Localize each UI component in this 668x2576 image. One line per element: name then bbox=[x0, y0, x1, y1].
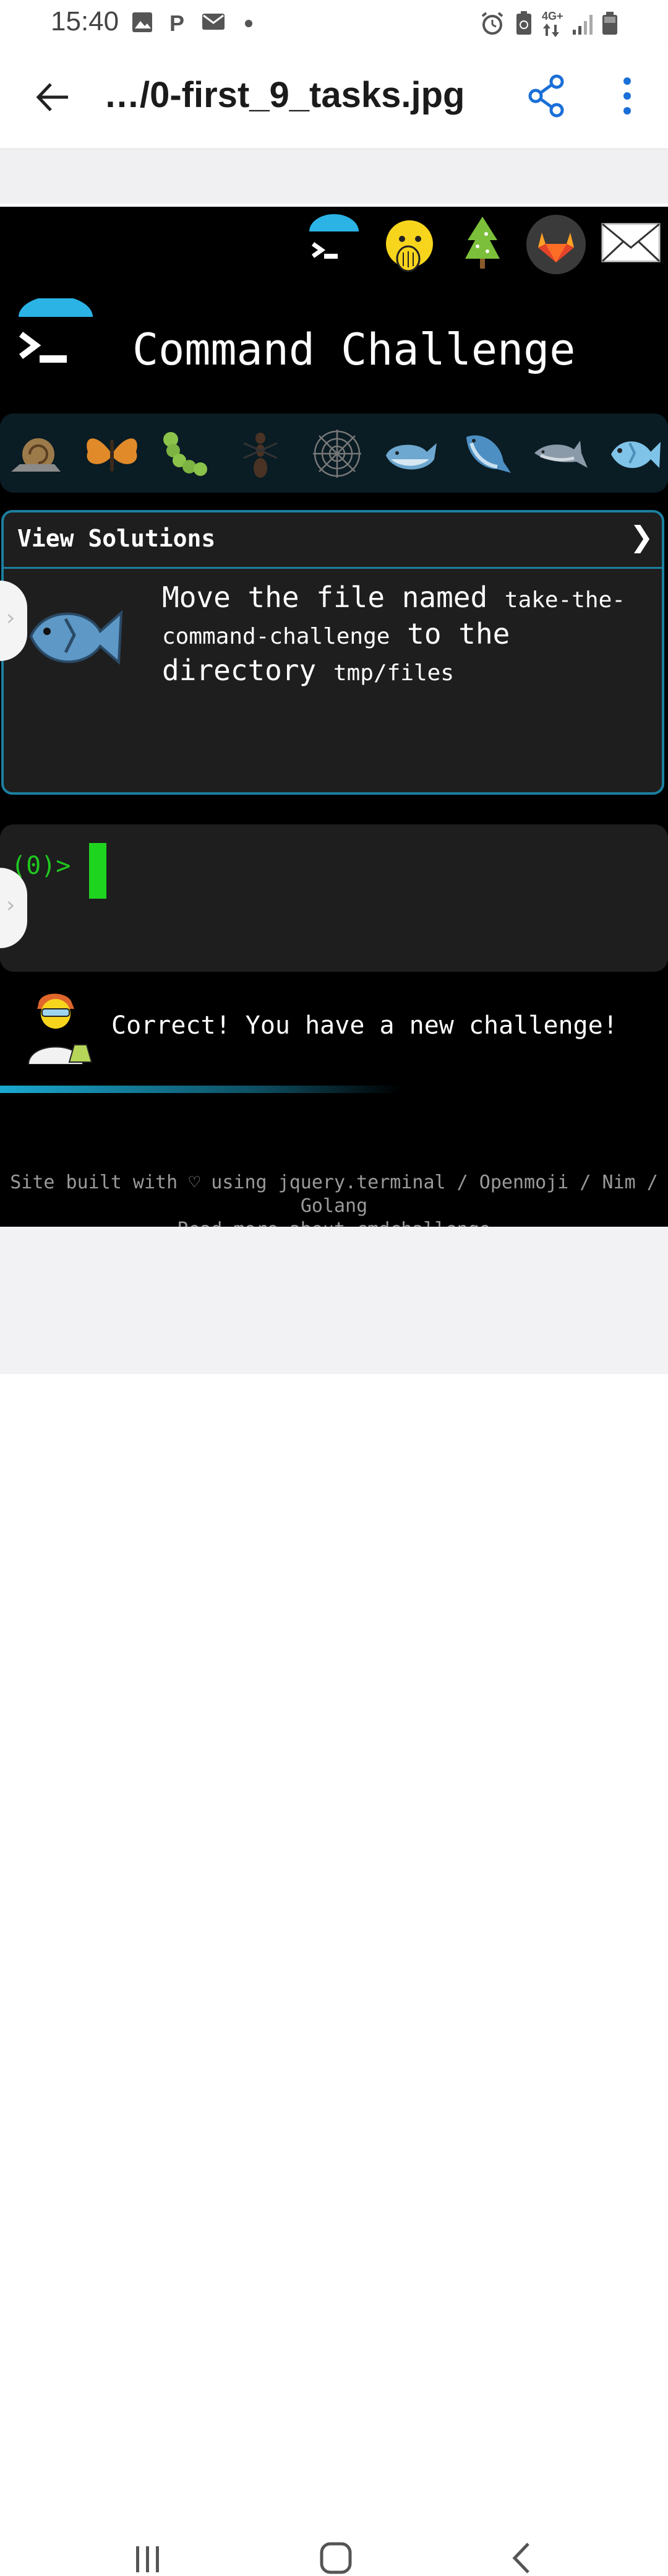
viewer-background bbox=[0, 149, 668, 204]
back-arrow-icon[interactable] bbox=[31, 76, 74, 119]
more-options-icon[interactable] bbox=[609, 73, 646, 119]
status-time: 15:40 bbox=[51, 6, 119, 37]
terminal[interactable]: (0)> bbox=[0, 824, 668, 972]
file-title: …/0-first_9_tasks.jpg bbox=[104, 75, 465, 115]
signal-icon bbox=[573, 15, 593, 35]
navigation-bar bbox=[0, 1227, 668, 2574]
mail-icon[interactable] bbox=[600, 222, 662, 265]
butterfly-icon[interactable] bbox=[83, 425, 141, 483]
data-arrows-icon bbox=[543, 24, 559, 37]
footer-credits: Site built with ♡ using jquery.terminal … bbox=[10, 1172, 658, 1217]
battery-saver-icon bbox=[516, 11, 531, 35]
back-nav-icon[interactable] bbox=[508, 2541, 536, 2576]
caterpillar-icon[interactable] bbox=[157, 425, 215, 483]
dolphin-icon[interactable] bbox=[532, 425, 590, 483]
chevron-right-icon: › bbox=[6, 893, 15, 918]
gitlab-icon[interactable] bbox=[526, 214, 586, 275]
whale-icon[interactable] bbox=[382, 425, 440, 483]
tree-icon[interactable] bbox=[463, 215, 502, 271]
alarm-icon bbox=[481, 12, 503, 35]
site-footer: Site built with ♡ using jquery.terminal … bbox=[0, 1171, 668, 1227]
recent-apps-icon[interactable] bbox=[132, 2544, 163, 2575]
share-icon[interactable] bbox=[526, 73, 569, 119]
gallery-icon bbox=[132, 12, 152, 32]
snail-icon[interactable] bbox=[7, 425, 66, 483]
dot-icon bbox=[245, 20, 252, 27]
progress-line bbox=[0, 1086, 402, 1093]
feedback-message: Correct! You have a new challenge! bbox=[111, 1011, 618, 1040]
battery-icon bbox=[602, 12, 617, 35]
task-description: Move the file named take-the-command-cha… bbox=[162, 581, 632, 690]
spider-web-icon[interactable] bbox=[308, 425, 366, 483]
email-notification-icon bbox=[202, 14, 225, 30]
terminal-cursor bbox=[89, 843, 106, 899]
command-challenge-logo-icon bbox=[19, 298, 93, 363]
status-bar: 15:40 P 4G+ bbox=[0, 0, 668, 46]
task-code-directory: tmp/files bbox=[333, 660, 455, 686]
task-card: View Solutions ❯ Move the file named tak… bbox=[1, 510, 664, 795]
ant-icon[interactable] bbox=[231, 425, 289, 483]
fish-icon[interactable] bbox=[605, 425, 663, 483]
task-text-part1: Move the file named bbox=[162, 581, 505, 614]
view-solutions-header[interactable]: View Solutions ❯ bbox=[4, 512, 662, 569]
footer-read-more-link[interactable]: Read more about cmdchallenge bbox=[0, 1218, 668, 1227]
chevron-right-icon: › bbox=[6, 605, 15, 631]
chevron-right-icon[interactable]: ❯ bbox=[630, 520, 654, 553]
parking-icon: P bbox=[169, 11, 184, 35]
svg-text:P: P bbox=[169, 11, 184, 35]
web-content: Command Challenge View Solutions ❯ Move … bbox=[0, 207, 668, 1227]
scientist-icon bbox=[27, 993, 93, 1065]
whale-jumping-icon[interactable] bbox=[458, 425, 516, 483]
terminal-umbrella-icon[interactable] bbox=[304, 213, 362, 267]
network-type: 4G+ bbox=[542, 10, 563, 22]
terminal-prompt: (0)> bbox=[11, 852, 71, 880]
site-title: Command Challenge bbox=[132, 324, 576, 375]
home-icon[interactable] bbox=[319, 2541, 354, 2576]
view-solutions-label[interactable]: View Solutions bbox=[17, 525, 215, 552]
fish-icon bbox=[29, 610, 123, 665]
level-bar bbox=[0, 413, 668, 493]
app-bar: …/0-first_9_tasks.jpg bbox=[0, 46, 668, 149]
face-with-hand-over-mouth-icon[interactable] bbox=[382, 218, 438, 277]
